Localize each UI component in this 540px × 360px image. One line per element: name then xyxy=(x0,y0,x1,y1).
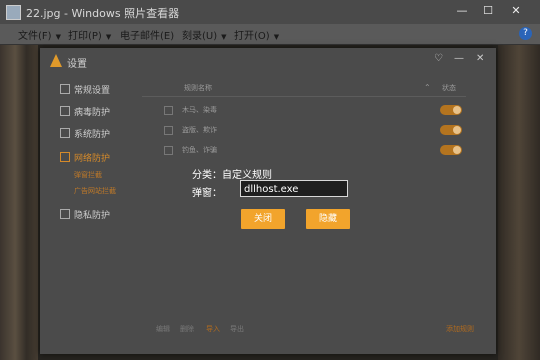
rule-name: 盗版、欺诈 xyxy=(182,126,217,134)
hide-popup-button[interactable]: 隐藏 xyxy=(306,209,350,229)
menu-open[interactable]: 打开(O) ▼ xyxy=(234,27,279,42)
help-icon[interactable]: ? xyxy=(519,27,532,40)
toggle-knob xyxy=(453,146,461,154)
network-icon xyxy=(60,152,70,162)
close-popup-button[interactable]: 关闭 xyxy=(241,209,285,229)
rule-name: 钓鱼、诈骗 xyxy=(182,146,217,154)
system-icon xyxy=(60,128,70,138)
minimize-button[interactable]: — xyxy=(450,3,474,19)
table-row[interactable]: 木马、染毒 xyxy=(142,102,466,118)
status-toggle[interactable] xyxy=(440,145,462,155)
gear-icon xyxy=(60,84,70,94)
popup-process-field[interactable]: dllhost.exe xyxy=(240,180,348,197)
export-link[interactable]: 导出 xyxy=(230,324,244,334)
menu-file[interactable]: 文件(F) ▼ xyxy=(18,27,61,42)
dialog-title: 设置 xyxy=(67,59,87,70)
menu-burn-label: 刻录(U) xyxy=(182,31,218,42)
sidebar-item-virus[interactable]: 病毒防护 xyxy=(60,105,110,118)
category-row: 分类：自定义规则 xyxy=(192,166,272,181)
menu-email-label: 电子邮件(E) xyxy=(120,31,175,42)
maximize-button[interactable]: ☐ xyxy=(476,3,500,19)
delete-link[interactable]: 删除 xyxy=(180,324,194,334)
table-row[interactable]: 钓鱼、诈骗 xyxy=(142,142,466,158)
sidebar-item-label: 隐私防护 xyxy=(74,211,111,221)
sort-chevron-icon[interactable]: ⌃ xyxy=(424,83,431,92)
close-button[interactable]: ✕ xyxy=(504,3,528,19)
sidebar-subitem-popup-block[interactable]: 弹窗拦截 xyxy=(74,170,102,180)
chevron-down-icon: ▼ xyxy=(55,33,61,41)
pin-icon[interactable]: ♡ xyxy=(434,53,443,64)
popup-label: 弹窗： xyxy=(192,188,222,199)
row-checkbox[interactable] xyxy=(164,146,173,155)
menu-burn[interactable]: 刻录(U) ▼ xyxy=(182,27,227,42)
row-checkbox[interactable] xyxy=(164,126,173,135)
sidebar-subitem-ad-block[interactable]: 广告网站拦截 xyxy=(74,186,116,196)
edit-link[interactable]: 编辑 xyxy=(156,324,170,334)
table-row[interactable]: 盗版、欺诈 xyxy=(142,122,466,138)
sidebar-item-general[interactable]: 常规设置 xyxy=(60,83,110,96)
popup-info-overlay: 分类：自定义规则 弹窗： dllhost.exe 关闭 隐藏 xyxy=(192,160,362,240)
sidebar-item-label: 常规设置 xyxy=(74,86,111,96)
dialog-minimize-button[interactable]: — xyxy=(454,53,464,64)
sidebar-item-label: 病毒防护 xyxy=(74,108,111,118)
menu-file-label: 文件(F) xyxy=(18,31,52,42)
sidebar-item-network[interactable]: 网络防护 xyxy=(60,151,110,164)
column-header-rule-name: 规则名称 xyxy=(184,84,212,92)
menu-email[interactable]: 电子邮件(E) xyxy=(120,27,174,42)
chevron-down-icon: ▼ xyxy=(221,33,227,41)
menu-print-label: 打印(P) xyxy=(68,31,102,42)
menu-print[interactable]: 打印(P) ▼ xyxy=(68,27,111,42)
row-checkbox[interactable] xyxy=(164,106,173,115)
photo-app-icon xyxy=(6,5,21,20)
chevron-down-icon: ▼ xyxy=(105,33,112,41)
shield-icon xyxy=(60,106,70,116)
dialog-title-bar: 设置 ♡ — ✕ xyxy=(40,48,496,74)
add-rule-link[interactable]: 添加规则 xyxy=(446,324,474,334)
privacy-icon xyxy=(60,209,70,219)
toggle-knob xyxy=(453,126,461,134)
status-toggle[interactable] xyxy=(440,105,462,115)
toggle-knob xyxy=(453,106,461,114)
category-label: 分类： xyxy=(192,170,222,181)
title-bar: 22.jpg - Windows 照片查看器 — ☐ ✕ xyxy=(0,0,540,24)
sidebar-item-privacy[interactable]: 隐私防护 xyxy=(60,208,110,221)
dialog-close-button[interactable]: ✕ xyxy=(476,53,484,64)
table-header: 规则名称 ⌃ 状态 xyxy=(142,80,466,97)
rule-name: 木马、染毒 xyxy=(182,106,217,114)
window-title: 22.jpg - Windows 照片查看器 xyxy=(26,7,180,20)
menu-open-label: 打开(O) xyxy=(234,31,270,42)
settings-sidebar: 常规设置 病毒防护 系统防护 网络防护 弹窗拦截 广告网站拦截 隐私防护 xyxy=(40,74,134,354)
sidebar-item-label: 系统防护 xyxy=(74,130,111,140)
import-link[interactable]: 导入 xyxy=(206,324,220,334)
sidebar-item-system[interactable]: 系统防护 xyxy=(60,127,110,140)
sidebar-item-label: 网络防护 xyxy=(74,154,111,164)
app-logo-icon xyxy=(50,54,62,67)
chevron-down-icon: ▼ xyxy=(273,33,280,41)
column-header-status: 状态 xyxy=(442,84,456,92)
menu-bar: 文件(F) ▼ 打印(P) ▼ 电子邮件(E) 刻录(U) ▼ 打开(O) ▼ ? xyxy=(0,24,540,45)
status-toggle[interactable] xyxy=(440,125,462,135)
